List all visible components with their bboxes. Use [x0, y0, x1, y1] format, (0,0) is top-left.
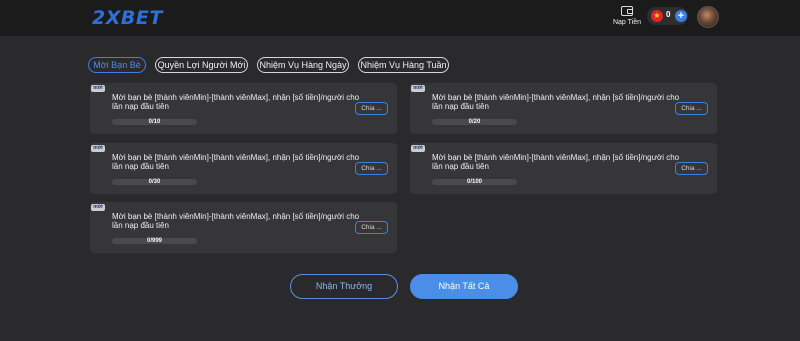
mission-description: Mời bạn bè [thành viênMin]-[thành viênMa…	[112, 153, 360, 171]
invite-badge: mời	[91, 145, 105, 152]
progress-text: 0/999	[146, 238, 162, 244]
mission-description: Mời bạn bè [thành viênMin]-[thành viênMa…	[112, 212, 360, 230]
mission-description: Mời bạn bè [thành viênMin]-[thành viênMa…	[432, 93, 680, 111]
invite-badge: mời	[411, 85, 425, 92]
progress-text: 0/10	[148, 119, 161, 125]
deposit-button[interactable]: Nạp Tiền	[606, 6, 648, 26]
wallet-icon	[621, 6, 633, 16]
mission-description: Mời bạn bè [thành viênMin]-[thành viênMa…	[432, 153, 680, 171]
share-button[interactable]: Chia ...	[675, 102, 708, 115]
invite-mission-card: mời Mời bạn bè [thành viênMin]-[thành vi…	[90, 83, 397, 134]
vietnam-flag-icon: ★	[651, 10, 663, 22]
tab-daily-missions[interactable]: Nhiệm Vụ Hàng Ngày	[257, 57, 349, 73]
share-button[interactable]: Chia ...	[355, 162, 388, 175]
invite-badge: mời	[91, 85, 105, 92]
invite-badge: mời	[411, 145, 425, 152]
invite-mission-card: mời Mời bạn bè [thành viênMin]-[thành vi…	[410, 143, 717, 194]
claim-all-button[interactable]: Nhận Tất Cả	[410, 274, 518, 299]
balance-value: 0	[666, 10, 671, 19]
invite-mission-card: mời Mời bạn bè [thành viênMin]-[thành vi…	[90, 143, 397, 194]
brand-logo[interactable]: 2XBET	[92, 7, 163, 29]
progress-text: 0/20	[468, 119, 481, 125]
deposit-label: Nạp Tiền	[612, 19, 642, 26]
avatar[interactable]	[697, 6, 719, 28]
tab-newbie-benefits[interactable]: Quyền Lợi Người Mới	[155, 57, 248, 73]
invite-mission-card: mời Mời bạn bè [thành viênMin]-[thành vi…	[90, 202, 397, 253]
add-funds-icon[interactable]: +	[675, 10, 687, 22]
share-button[interactable]: Chia ...	[355, 102, 388, 115]
tab-invite-friends[interactable]: Mời Bạn Bè	[88, 57, 146, 73]
top-bar: 2XBET Nạp Tiền ★ 0 +	[0, 0, 800, 36]
invite-mission-card: mời Mời bạn bè [thành viênMin]-[thành vi…	[410, 83, 717, 134]
invite-badge: mời	[91, 204, 105, 211]
claim-reward-button[interactable]: Nhận Thưởng	[290, 274, 398, 299]
balance-pill[interactable]: ★ 0 +	[647, 7, 688, 25]
progress-text: 0/30	[148, 179, 161, 185]
share-button[interactable]: Chia ...	[675, 162, 708, 175]
mission-description: Mời bạn bè [thành viênMin]-[thành viênMa…	[112, 93, 360, 111]
progress-text: 0/100	[466, 179, 482, 185]
share-button[interactable]: Chia ...	[355, 221, 388, 234]
tab-weekly-missions[interactable]: Nhiệm Vụ Hàng Tuần	[358, 57, 449, 73]
